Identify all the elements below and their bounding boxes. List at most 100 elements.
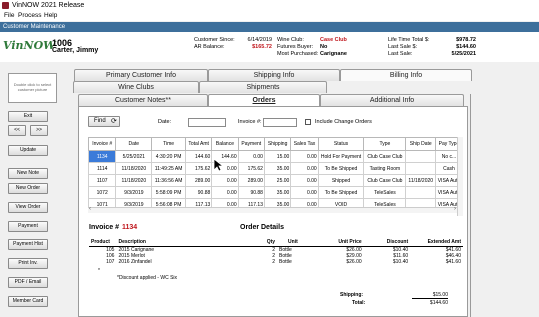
order-cell[interactable]: Tasting Room (363, 162, 407, 175)
order-cell[interactable]: 0.00 (290, 162, 319, 175)
life-time-total-value: $978.72 (456, 37, 476, 43)
tab-shipments[interactable]: Shipments (199, 81, 327, 93)
col-date[interactable]: Date (115, 137, 153, 151)
col-status[interactable]: Status (317, 137, 365, 151)
order-cell[interactable]: 0.00 (290, 174, 319, 187)
menu-process[interactable]: Process (18, 11, 41, 21)
order-cell[interactable] (405, 150, 436, 163)
col-balance[interactable]: Balance (211, 137, 239, 151)
od-cell: $10.40 (392, 259, 409, 266)
order-cell[interactable]: Shipped (317, 174, 365, 187)
new-order-button[interactable]: New Order (8, 183, 48, 194)
order-cell[interactable]: 35.00 (263, 186, 292, 199)
order-cell[interactable] (405, 186, 436, 199)
order-cell[interactable]: Hold For Payment (317, 150, 365, 163)
discount-note: *Discount applied - WC Six (117, 275, 178, 281)
orders-horizontal-scrollbar[interactable]: ‹ › (88, 206, 457, 213)
scroll-left-icon[interactable]: ‹ (89, 206, 91, 212)
order-cell[interactable]: 9/3/2019 (115, 186, 153, 199)
update-button[interactable]: Update (8, 145, 48, 156)
order-cell[interactable]: 175.62 (237, 162, 265, 175)
order-cell[interactable]: To Be Shipped (317, 162, 365, 175)
order-cell[interactable]: 11:36:56 AM (151, 174, 186, 187)
scroll-right-icon[interactable]: › (454, 206, 456, 212)
member-card-button[interactable]: Member Card (8, 296, 48, 307)
col-time[interactable]: Time (151, 137, 186, 151)
next-button[interactable]: >> (30, 125, 48, 136)
order-cell[interactable]: 1114 (87, 162, 117, 175)
order-cell[interactable]: 289.00 (184, 174, 213, 187)
order-cell[interactable]: 5/25/2021 (115, 150, 153, 163)
order-cell[interactable]: Club Case Club (363, 174, 407, 187)
orders-vertical-scrollbar[interactable] (457, 137, 463, 216)
order-row-1072[interactable]: 1072 9/3/2019 5:58:09 PM 90.88 0.00 90.8… (87, 186, 464, 199)
print-inv-button[interactable]: Print Inv. (8, 258, 48, 269)
customer-photo[interactable]: Double click to select customer picture (8, 73, 57, 103)
order-cell[interactable]: TeleSales (363, 186, 407, 199)
col-payment[interactable]: Payment (237, 137, 265, 151)
order-cell[interactable]: Club Case Club (363, 150, 407, 163)
tab-wine-clubs[interactable]: Wine Clubs (73, 81, 199, 93)
col-total-amt[interactable]: Total Amt (184, 137, 213, 151)
order-row-1107[interactable]: 1107 11/18/2020 11:36:56 AM 289.00 0.00 … (87, 174, 464, 187)
order-cell[interactable]: 4:30:20 PM (151, 150, 186, 163)
order-cell[interactable]: 0.00 (290, 186, 319, 199)
od-cell: 2 (272, 259, 276, 266)
col-ship-date[interactable]: Ship Date (405, 137, 436, 151)
order-cell[interactable]: 0.00 (237, 150, 265, 163)
tab-customer-notes[interactable]: Customer Notes** (78, 94, 208, 106)
order-cell[interactable]: 90.88 (184, 186, 213, 199)
date-input[interactable] (188, 118, 226, 127)
order-row-1114[interactable]: 1114 11/18/2020 11:49:25 AM 175.62 0.00 … (87, 162, 464, 175)
menu-help[interactable]: Help (44, 11, 57, 21)
order-cell[interactable]: 1072 (87, 186, 117, 199)
payment-hist-button[interactable]: Payment Hist (8, 239, 48, 250)
order-cell[interactable]: 0.00 (211, 174, 239, 187)
window-title: VinNOW 2021 Release (12, 2, 85, 9)
include-change-checkbox[interactable] (305, 119, 311, 125)
od-col-unit-price: Unit Price (308, 239, 364, 247)
order-cell[interactable]: 5:58:09 PM (151, 186, 186, 199)
order-cell[interactable]: 11:49:25 AM (151, 162, 186, 175)
order-cell[interactable]: 35.00 (263, 162, 292, 175)
pdf-email-button[interactable]: PDF / Email (8, 277, 48, 288)
order-cell[interactable]: 144.60 (184, 150, 213, 163)
window-titlebar: VinNOW 2021 Release (0, 0, 539, 11)
prev-button[interactable]: << (8, 125, 26, 136)
order-row-1134[interactable]: 1134 5/25/2021 4:30:20 PM 144.60 144.60 … (87, 150, 464, 163)
order-cell[interactable]: 11/18/2020 (405, 174, 436, 187)
order-cell[interactable]: 90.88 (237, 186, 265, 199)
order-cell[interactable]: 11/18/2020 (115, 162, 153, 175)
tab-additional-info[interactable]: Additional Info (320, 94, 464, 106)
grand-total-label: Total: (352, 300, 366, 306)
order-cell[interactable]: 1107 (87, 174, 117, 187)
order-cell[interactable]: 25.00 (263, 174, 292, 187)
order-cell[interactable]: 0.00 (290, 150, 319, 163)
order-cell[interactable]: 15.00 (263, 150, 292, 163)
tab-billing-info[interactable]: Billing Info (340, 69, 472, 81)
app-icon (2, 2, 9, 9)
exit-button[interactable]: Exit (8, 111, 48, 122)
order-cell[interactable]: 1134 (87, 150, 117, 163)
new-note-button[interactable]: New Note (8, 168, 48, 179)
tab-shipping-info[interactable]: Shipping Info (208, 69, 340, 81)
customer-header: VinNOW 1006 Carter, Jimmy Customer Since… (0, 32, 539, 62)
order-cell[interactable]: To Be Shipped (317, 186, 365, 199)
view-order-button[interactable]: View Order (8, 202, 48, 213)
tab-primary-customer-info[interactable]: Primary Customer Info (74, 69, 208, 81)
order-cell[interactable]: 0.00 (211, 186, 239, 199)
col-invoice[interactable]: Invoice # (87, 137, 117, 151)
order-cell[interactable]: 289.00 (237, 174, 265, 187)
col-sales-tax[interactable]: Sales Tax (290, 137, 319, 151)
invoice-input[interactable] (263, 118, 297, 127)
col-type[interactable]: Type (363, 137, 407, 151)
payment-button[interactable]: Payment (8, 221, 48, 232)
order-cell[interactable]: 11/18/2020 (115, 174, 153, 187)
order-cell[interactable]: 175.62 (184, 162, 213, 175)
menu-file[interactable]: File (4, 11, 14, 21)
col-shipping[interactable]: Shipping (263, 137, 292, 151)
include-change-label: Include Change Orders (315, 119, 372, 125)
order-cell[interactable] (405, 162, 436, 175)
find-button[interactable]: Find ⟳ (88, 116, 120, 127)
mouse-cursor-icon (213, 158, 223, 172)
